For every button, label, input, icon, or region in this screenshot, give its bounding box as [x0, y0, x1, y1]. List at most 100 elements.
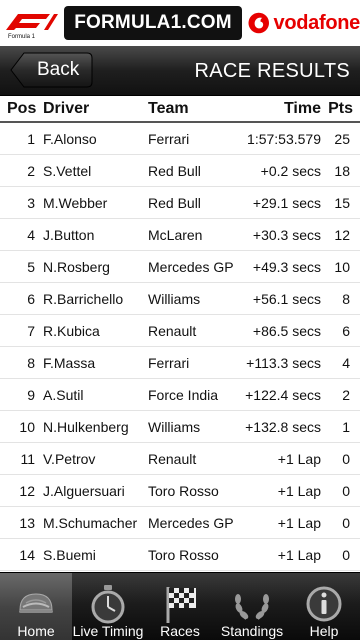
result-driver: R.Kubica	[43, 323, 100, 339]
result-position: 7	[27, 323, 35, 339]
result-driver: J.Alguersuari	[43, 483, 125, 499]
column-header-pts: Pts	[328, 100, 353, 117]
result-position: 6	[27, 291, 35, 307]
result-driver: S.Buemi	[43, 547, 96, 563]
result-team: McLaren	[148, 227, 203, 243]
column-header-driver: Driver	[43, 100, 90, 117]
back-button[interactable]: Back	[10, 52, 93, 88]
result-position: 1	[27, 131, 35, 147]
result-points: 10	[334, 259, 350, 275]
result-time: +1 Lap	[277, 451, 321, 467]
table-row: 6 R.Barrichello Williams +56.1 secs 8	[0, 283, 360, 315]
tab-help-label: Help	[309, 623, 339, 639]
checkered-flag-icon	[166, 587, 196, 623]
result-team: Williams	[148, 291, 201, 307]
result-position: 11	[20, 451, 35, 467]
tab-races-label: Races	[160, 623, 200, 639]
result-time: +49.3 secs	[252, 259, 321, 275]
result-time: +122.4 secs	[245, 387, 321, 403]
result-points: 0	[342, 515, 350, 531]
table-row: 4 J.Button McLaren +30.3 secs 12	[0, 219, 360, 251]
result-team: Force India	[148, 387, 219, 403]
tab-live-timing-label: Live Timing	[72, 623, 144, 639]
result-position: 13	[19, 515, 35, 531]
column-header-time: Time	[283, 100, 321, 117]
result-team: Red Bull	[148, 195, 201, 211]
result-time: +56.1 secs	[252, 291, 321, 307]
table-row: 12 J.Alguersuari Toro Rosso +1 Lap 0	[0, 475, 360, 507]
result-team: Mercedes GP	[148, 515, 234, 531]
table-row: 13 M.Schumacher Mercedes GP +1 Lap 0	[0, 507, 360, 539]
result-points: 0	[342, 451, 350, 467]
back-button-label: Back	[37, 59, 80, 80]
sponsor-logo[interactable]: vodafone	[248, 6, 360, 40]
result-driver: M.Webber	[43, 195, 108, 211]
result-points: 0	[342, 547, 350, 563]
result-position: 8	[27, 355, 35, 371]
tab-standings-label: Standings	[220, 623, 284, 639]
page-title: RACE RESULTS	[194, 60, 350, 82]
result-team: Toro Rosso	[148, 483, 219, 499]
table-header: Pos Driver Team Time Pts	[0, 98, 360, 123]
result-time: +1 Lap	[277, 547, 321, 563]
result-driver: R.Barrichello	[43, 291, 124, 307]
helmet-icon	[19, 593, 53, 613]
result-time: 1:57:53.579	[247, 131, 321, 147]
column-header-team: Team	[148, 100, 189, 117]
table-row: 8 F.Massa Ferrari +113.3 secs 4	[0, 347, 360, 379]
vodafone-icon	[248, 12, 270, 34]
result-points: 15	[334, 195, 350, 211]
table-row: 11 V.Petrov Renault +1 Lap 0	[0, 443, 360, 475]
tab-help[interactable]: Help	[288, 573, 360, 640]
table-row: 10 N.Hulkenberg Williams +132.8 secs 1	[0, 411, 360, 443]
info-icon	[306, 586, 342, 622]
result-team: Red Bull	[148, 163, 201, 179]
result-position: 14	[19, 547, 35, 563]
result-time: +132.8 secs	[245, 419, 321, 435]
result-driver: S.Vettel	[43, 163, 92, 179]
result-team: Mercedes GP	[148, 259, 234, 275]
table-row: 1 F.Alonso Ferrari 1:57:53.579 25	[0, 123, 360, 155]
result-driver: F.Alonso	[43, 131, 97, 147]
result-position: 9	[27, 387, 35, 403]
title-bar: Back RACE RESULTS	[0, 46, 360, 96]
result-points: 12	[334, 227, 350, 243]
f1-logo: Formula 1	[4, 6, 60, 40]
results-table: 1 F.Alonso Ferrari 1:57:53.579 25 2 S.Vettel Re…	[0, 123, 360, 571]
result-time: +1 Lap	[277, 515, 321, 531]
tab-home[interactable]: Home	[0, 573, 72, 640]
result-driver: N.Hulkenberg	[43, 419, 129, 435]
tab-live-timing[interactable]: Live Timing	[72, 573, 144, 640]
result-driver: J.Button	[43, 227, 95, 243]
result-time: +113.3 secs	[246, 355, 321, 371]
table-row: 2 S.Vettel Red Bull +0.2 secs 18	[0, 155, 360, 187]
result-time: +30.3 secs	[252, 227, 321, 243]
result-time: +0.2 secs	[260, 163, 321, 179]
result-team: Ferrari	[148, 131, 190, 147]
laurel-wreath-icon	[235, 594, 269, 620]
result-points: 1	[342, 419, 350, 435]
result-driver: F.Massa	[43, 355, 96, 371]
result-driver: A.Sutil	[43, 387, 84, 403]
f1-logo-caption: Formula 1	[8, 34, 36, 40]
tab-bar: Home Live Timing Races Standings Help	[0, 572, 360, 640]
result-points: 8	[342, 291, 350, 307]
stopwatch-icon	[91, 585, 125, 624]
result-time: +86.5 secs	[252, 323, 321, 339]
sponsor-name: vodafone	[273, 11, 360, 34]
result-team: Williams	[148, 419, 201, 435]
result-driver: N.Rosberg	[43, 259, 110, 275]
result-points: 0	[342, 483, 350, 499]
tab-races[interactable]: Races	[144, 573, 216, 640]
column-header-pos: Pos	[7, 100, 37, 117]
result-position: 4	[27, 227, 35, 243]
result-team: Renault	[148, 323, 197, 339]
tab-standings[interactable]: Standings	[216, 573, 288, 640]
result-position: 5	[27, 259, 35, 275]
result-driver: M.Schumacher	[43, 515, 138, 531]
table-row: 5 N.Rosberg Mercedes GP +49.3 secs 10	[0, 251, 360, 283]
result-points: 25	[334, 131, 350, 147]
result-team: Renault	[148, 451, 197, 467]
result-team: Ferrari	[148, 355, 190, 371]
site-name[interactable]: FORMULA1.COM	[64, 6, 242, 40]
